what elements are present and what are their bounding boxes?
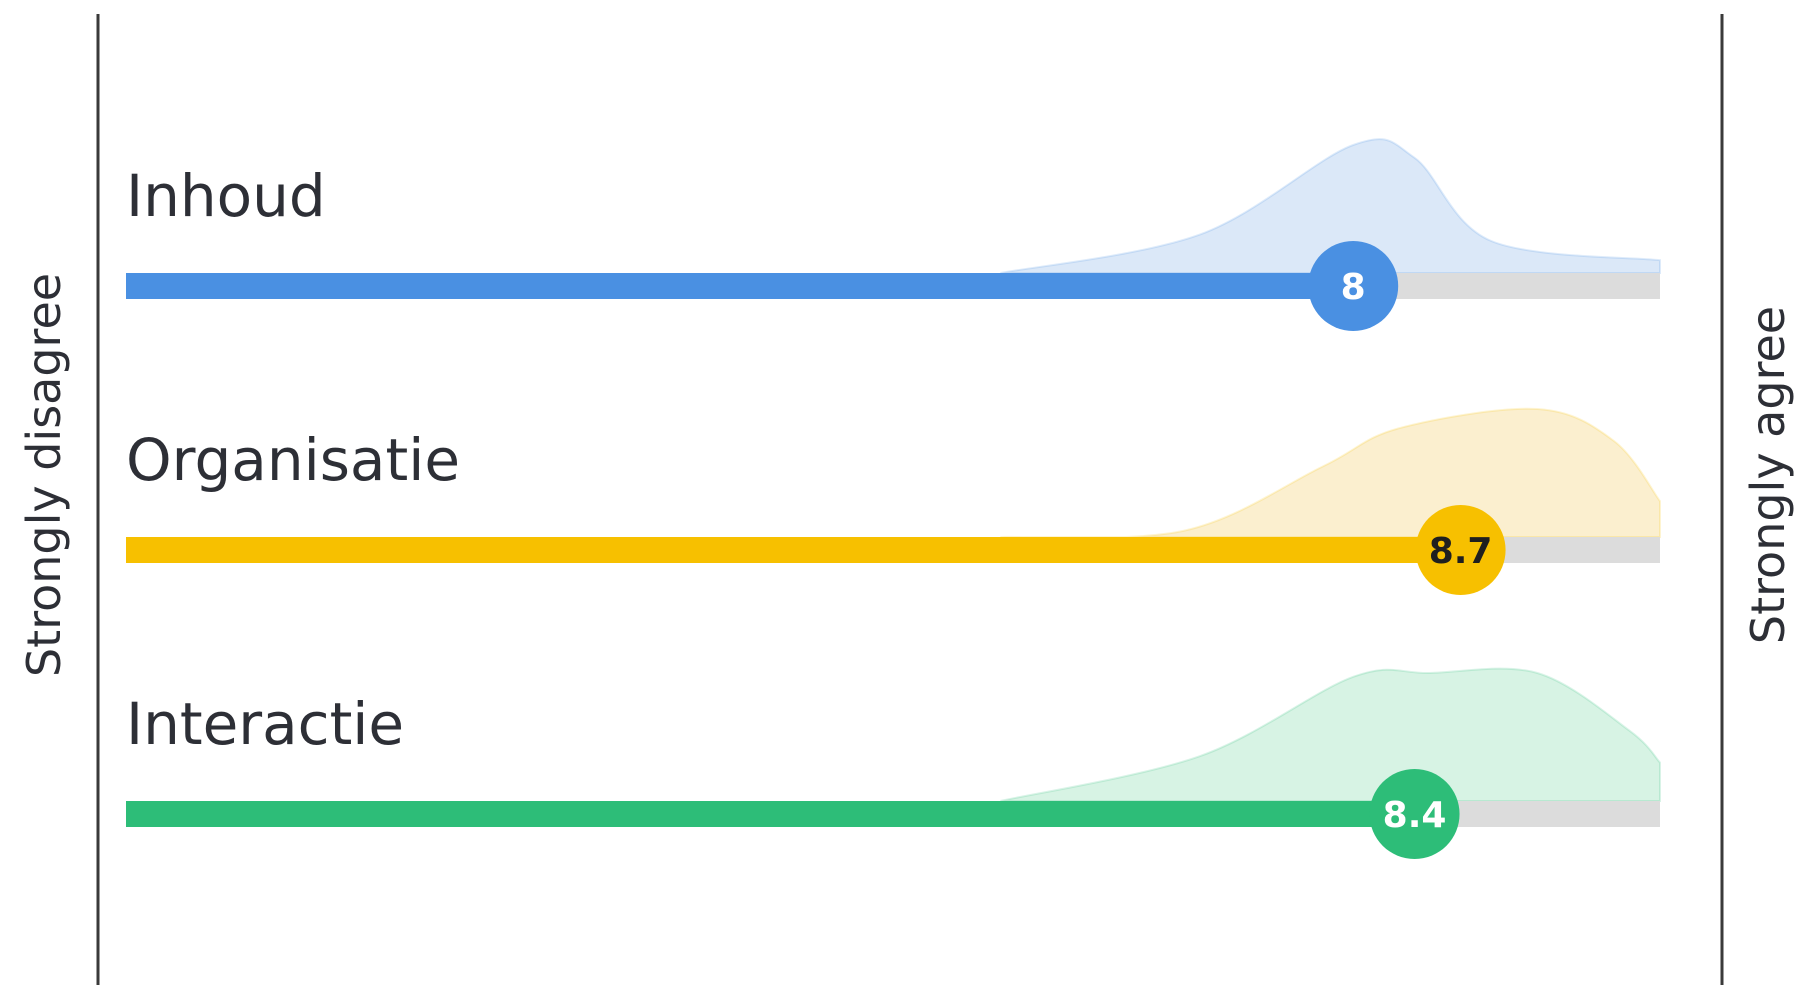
value-label-inhoud: 8 xyxy=(1341,267,1366,308)
right-axis-label: Strongly agree xyxy=(1741,306,1795,644)
distribution-area-interactie xyxy=(1000,667,1661,802)
row-interactie: 8.4 Interactie xyxy=(126,667,1661,859)
distribution-area-organisatie xyxy=(1000,407,1661,539)
chart-rows: 8 Inhoud 8.7 Organisatie 8.4 Interactie xyxy=(126,138,1661,859)
bar-inhoud xyxy=(126,273,1354,299)
row-label-inhoud: Inhoud xyxy=(126,162,326,230)
value-label-organisatie: 8.7 xyxy=(1429,531,1493,572)
chart: Strongly disagree Strongly agree 8 Inhoud… xyxy=(17,14,1795,985)
bar-organisatie xyxy=(126,537,1461,563)
row-label-organisatie: Organisatie xyxy=(126,426,460,494)
row-organisatie: 8.7 Organisatie xyxy=(126,407,1661,595)
bar-interactie xyxy=(126,801,1415,827)
value-label-interactie: 8.4 xyxy=(1383,795,1447,836)
left-axis-label: Strongly disagree xyxy=(17,273,71,677)
row-inhoud: 8 Inhoud xyxy=(126,138,1661,331)
row-label-interactie: Interactie xyxy=(126,690,404,758)
